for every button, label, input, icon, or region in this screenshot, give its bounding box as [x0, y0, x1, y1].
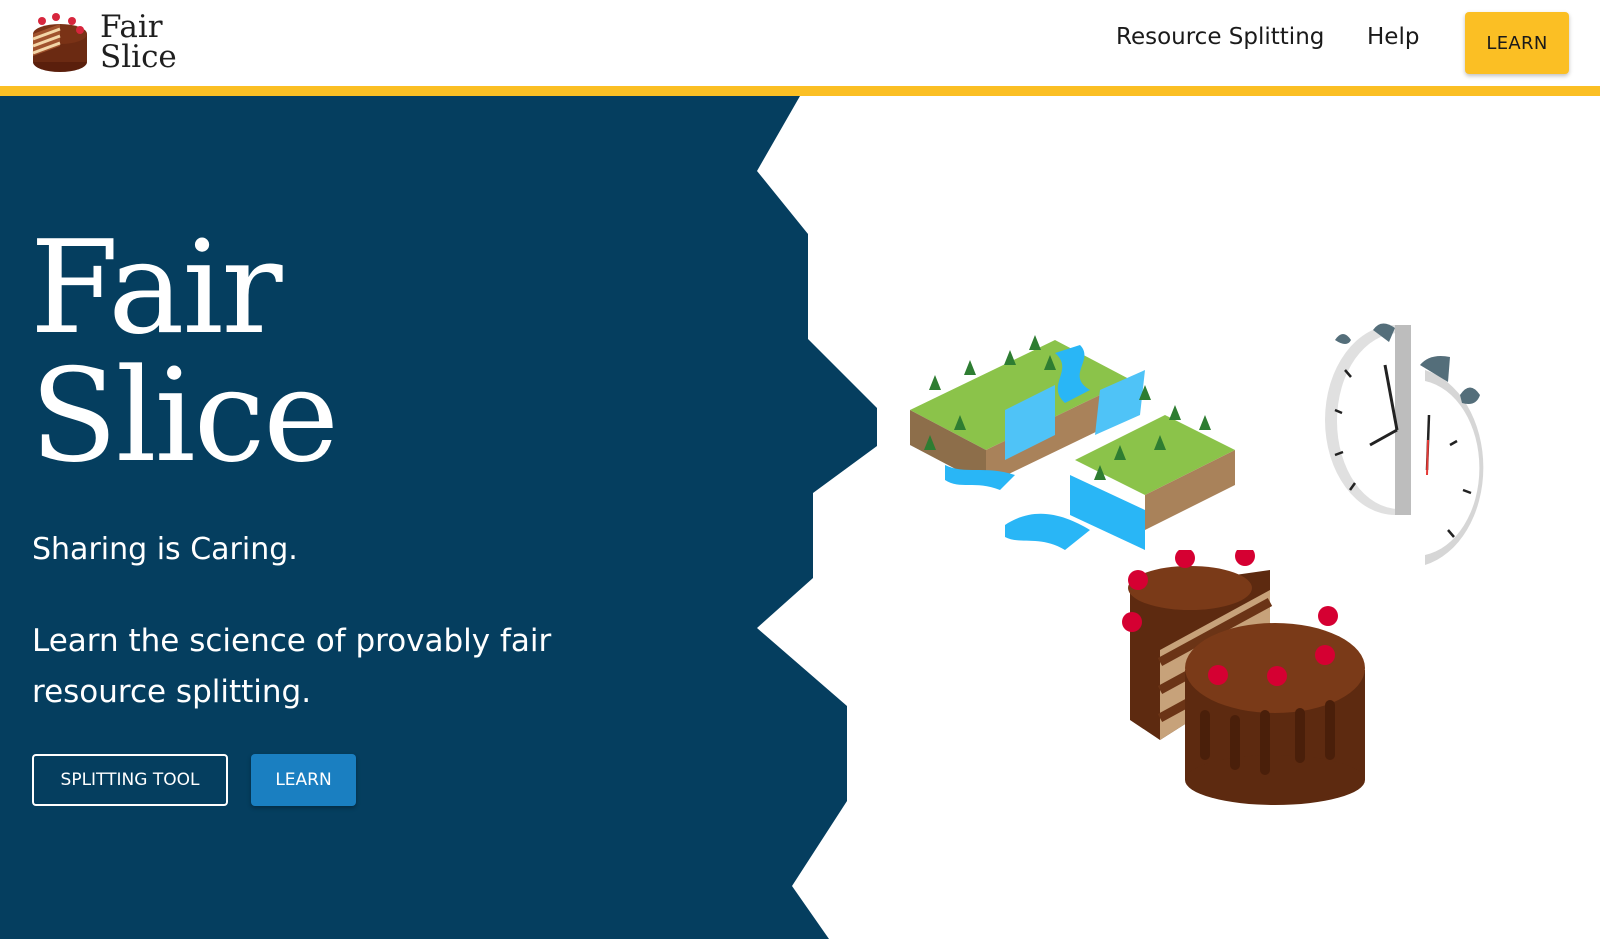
hero-title: Fair Slice [30, 214, 339, 491]
header-accent-bar [0, 86, 1600, 96]
hero-description: Learn the science of provably fair resou… [32, 623, 552, 710]
hero-learn-button[interactable]: LEARN [251, 754, 356, 806]
land-split-icon [910, 335, 1235, 550]
nav-help-link[interactable]: Help [1367, 24, 1419, 50]
brand-line-2: Slice [100, 39, 177, 75]
brand-line-1: Fair [100, 9, 163, 45]
brand-wordmark: Fair Slice [100, 9, 177, 75]
header-learn-button[interactable]: LEARN [1465, 12, 1569, 74]
hero-title-line-2: Slice [30, 342, 339, 491]
cake-logo-icon [32, 13, 87, 72]
nav-resource-splitting-link[interactable]: Resource Splitting [1116, 24, 1324, 50]
brand-home-link[interactable]: Fair Slice [30, 12, 200, 76]
site-header: Fair Slice Resource Splitting Help LEARN [0, 0, 1600, 86]
cake-split-icon [1122, 550, 1365, 805]
clock-split-icon [1325, 323, 1484, 565]
splitting-tool-button[interactable]: SPLITTING TOOL [32, 754, 228, 806]
hero-tagline: Sharing is Caring. [32, 532, 298, 567]
hero-title-line-1: Fair [30, 214, 283, 363]
